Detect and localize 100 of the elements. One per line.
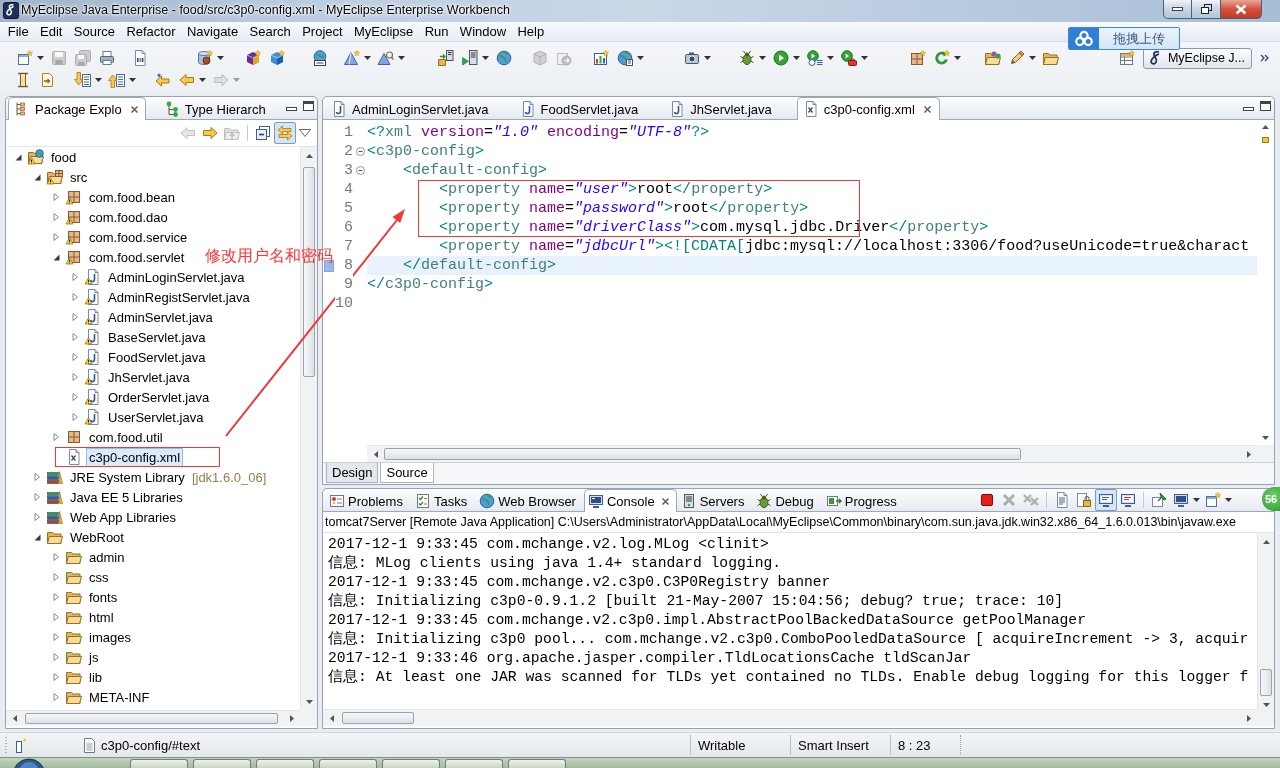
- database-icon[interactable]: [197, 50, 213, 66]
- caret-icon[interactable]: [1029, 56, 1036, 60]
- new-window-icon[interactable]: [1205, 492, 1221, 508]
- chart-icon[interactable]: [593, 50, 609, 66]
- scroll-up-icon[interactable]: [306, 153, 313, 158]
- menu-item[interactable]: Navigate: [181, 23, 244, 40]
- caret-icon[interactable]: [129, 78, 136, 82]
- close-icon[interactable]: [660, 496, 670, 506]
- tree-item[interactable]: Java EE 5 Libraries: [67, 487, 186, 507]
- printer-icon[interactable]: [99, 50, 115, 66]
- tree-item[interactable]: admin: [86, 547, 128, 567]
- tree-item[interactable]: com.food.service: [86, 227, 191, 247]
- restore-button[interactable]: [1192, 0, 1221, 19]
- collapse-all-icon[interactable]: [255, 125, 271, 141]
- new-window-icon[interactable]: [17, 50, 33, 66]
- tree-item[interactable]: food: [48, 147, 80, 167]
- view-tab[interactable]: JhServlet.java: [663, 98, 795, 119]
- caret-icon[interactable]: [217, 56, 224, 60]
- scroll-right-icon[interactable]: [1246, 714, 1251, 722]
- caret-icon[interactable]: [827, 56, 834, 60]
- view-tab[interactable]: Problems: [325, 490, 411, 511]
- document-lines-icon[interactable]: [1054, 492, 1070, 508]
- horizontal-scrollbar[interactable]: [6, 710, 300, 726]
- perspective-button[interactable]: MyEclipse J...: [1142, 47, 1252, 69]
- view-tab[interactable]: AdminLoginServlet.java: [325, 98, 512, 119]
- arrow-down-icon[interactable]: [75, 72, 91, 88]
- maximize-icon[interactable]: [303, 101, 314, 111]
- view-tab[interactable]: Package Explo: [8, 97, 146, 120]
- bug-icon[interactable]: [739, 50, 755, 66]
- horizontal-scrollbar[interactable]: [367, 445, 1257, 462]
- document-arrow-icon[interactable]: [39, 72, 55, 88]
- tree-item[interactable]: com.food.dao: [86, 207, 171, 227]
- globe-icon[interactable]: [617, 50, 633, 66]
- triangle-icon[interactable]: [13, 152, 23, 162]
- menu-item[interactable]: Source: [68, 23, 121, 40]
- folder-icon[interactable]: [1043, 50, 1059, 66]
- caret-icon[interactable]: [364, 56, 371, 60]
- play-icon[interactable]: [773, 50, 789, 66]
- editor-mode-tab[interactable]: Source: [380, 463, 434, 483]
- menu-item[interactable]: Refactor: [120, 23, 182, 40]
- scroll-thumb[interactable]: [384, 448, 1021, 460]
- scroll-left-icon[interactable]: [12, 715, 17, 722]
- view-tab[interactable]: Progress: [821, 490, 905, 511]
- scroll-thumb[interactable]: [25, 713, 278, 724]
- caret-icon[interactable]: [704, 56, 711, 60]
- scroll-down-icon[interactable]: [1262, 436, 1269, 440]
- taskbar-button[interactable]: [256, 759, 314, 768]
- tree-item[interactable]: UserServlet.java: [105, 407, 207, 427]
- monitor-icon[interactable]: [1095, 489, 1117, 511]
- upload-button[interactable]: 拖拽上传: [1068, 27, 1180, 50]
- taskbar-button[interactable]: [130, 759, 188, 768]
- server-icon[interactable]: [438, 50, 454, 66]
- globe-icon[interactable]: [496, 50, 512, 66]
- menu-item[interactable]: File: [2, 23, 35, 40]
- editor-mode-tab[interactable]: Design: [326, 463, 379, 483]
- bracket-icon[interactable]: [15, 72, 31, 88]
- triangle-icon[interactable]: [32, 172, 42, 182]
- tree-item[interactable]: BaseServlet.java: [105, 327, 209, 347]
- triangle-icon[interactable]: [51, 252, 61, 262]
- play-list-icon[interactable]: [807, 50, 823, 66]
- monitor-icon[interactable]: [1173, 492, 1189, 508]
- view-tab[interactable]: Type Hierarch: [157, 98, 275, 119]
- caret-icon[interactable]: [37, 56, 44, 60]
- play-toolbox-icon[interactable]: [841, 50, 857, 66]
- pencil-icon[interactable]: [1009, 50, 1025, 66]
- close-button[interactable]: [1221, 0, 1262, 19]
- horizontal-scrollbar[interactable]: [323, 709, 1257, 726]
- tree-item[interactable]: AdminLoginServlet.java: [105, 267, 248, 287]
- camera-icon[interactable]: [684, 50, 700, 66]
- tree-item[interactable]: com.food.util: [86, 427, 166, 447]
- view-tab[interactable]: Console: [583, 489, 677, 512]
- menu-item[interactable]: Edit: [34, 23, 69, 40]
- menu-item[interactable]: Help: [511, 23, 550, 40]
- minus-circle-icon[interactable]: [355, 166, 365, 175]
- taskbar-button[interactable]: [445, 759, 503, 768]
- caret-icon[interactable]: [95, 78, 102, 82]
- tree-item[interactable]: com.food.servlet: [86, 247, 188, 267]
- lock-icon[interactable]: [1076, 492, 1092, 508]
- view-tab[interactable]: Web Browser: [475, 490, 584, 511]
- triangle-icon[interactable]: [32, 532, 42, 542]
- tree-item[interactable]: css: [86, 567, 112, 587]
- tree-item[interactable]: images: [86, 627, 134, 647]
- taskbar-button[interactable]: [382, 759, 440, 768]
- taskbar-button[interactable]: [193, 759, 251, 768]
- menu-item[interactable]: Project: [296, 23, 349, 40]
- minimize-icon[interactable]: [286, 107, 297, 111]
- minus-circle-icon[interactable]: [355, 147, 365, 156]
- tree-item[interactable]: OrderServlet.java: [105, 387, 213, 407]
- arrow-right-icon[interactable]: [202, 125, 218, 141]
- view-tab[interactable]: Debug: [752, 490, 822, 511]
- scroll-thumb[interactable]: [1260, 669, 1272, 696]
- caret-icon[interactable]: [1193, 498, 1200, 502]
- caret-icon[interactable]: [398, 56, 405, 60]
- scroll-left-icon[interactable]: [329, 714, 334, 722]
- minimize-icon[interactable]: [1243, 107, 1254, 111]
- arrow-up-icon[interactable]: [109, 72, 125, 88]
- scroll-up-icon[interactable]: [1263, 539, 1270, 544]
- scroll-right-icon[interactable]: [289, 715, 294, 722]
- cube-icon[interactable]: [245, 50, 261, 66]
- tree-item[interactable]: Web App Libraries: [67, 507, 179, 527]
